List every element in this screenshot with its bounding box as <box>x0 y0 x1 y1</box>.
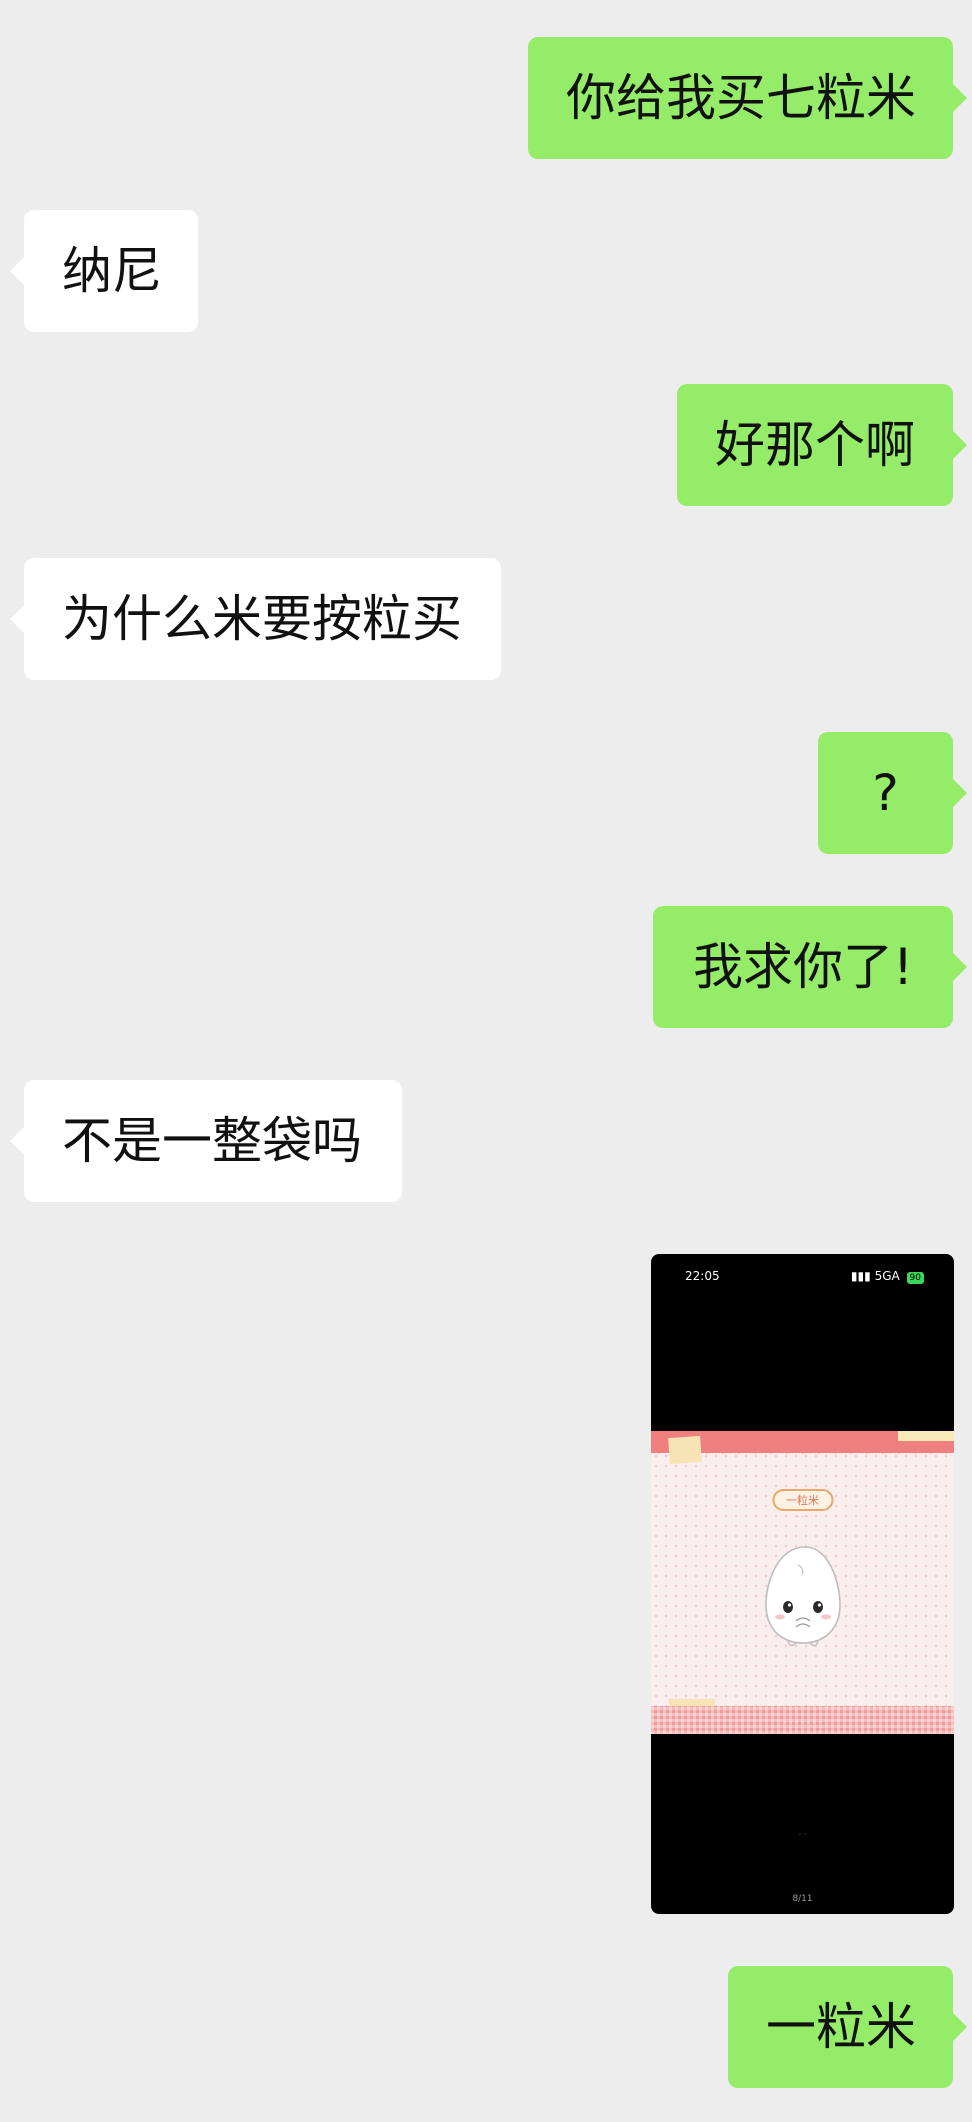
battery-icon: 90 <box>906 1272 924 1284</box>
network-label: 5GA <box>874 1269 900 1283</box>
message-bubble-sent[interactable]: 一粒米 <box>728 1966 967 2088</box>
image-message-screenshot[interactable]: 22:05 ▮▮▮ 5GA 90 一粒米 · · · · · · · · · ·… <box>651 1254 954 1914</box>
status-indicators: ▮▮▮ 5GA 90 <box>851 1266 924 1286</box>
rice-grain-mascot-icon <box>765 1546 841 1647</box>
card-band-text: · · · · · · · <box>783 1718 822 1728</box>
loading-dots: · · <box>798 1830 807 1839</box>
page-counter: 8/11 <box>792 1894 813 1904</box>
signal-icon: ▮▮▮ <box>850 1269 871 1283</box>
status-bar: 22:05 ▮▮▮ 5GA 90 <box>651 1266 954 1286</box>
card-sub-label: · · · <box>796 1513 809 1521</box>
message-bubble-received[interactable]: 不是一整袋吗 <box>10 1080 402 1202</box>
message-bubble-sent[interactable]: 你给我买七粒米 <box>528 37 967 159</box>
message-bubble-received[interactable]: 为什么米要按粒买 <box>10 558 501 680</box>
message-bubble-received[interactable]: 纳尼 <box>10 210 198 332</box>
status-time: 22:05 <box>685 1269 720 1283</box>
tape-decoration <box>668 1435 702 1465</box>
message-bubble-sent[interactable]: 我求你了! <box>653 906 967 1028</box>
tape-decoration <box>898 1431 954 1441</box>
message-bubble-sent[interactable]: ? <box>818 732 967 854</box>
card-title-label: 一粒米 <box>772 1489 833 1511</box>
rice-card-image: 一粒米 · · · · · · · · · · <box>651 1431 954 1734</box>
message-bubble-sent[interactable]: 好那个啊 <box>677 384 967 506</box>
